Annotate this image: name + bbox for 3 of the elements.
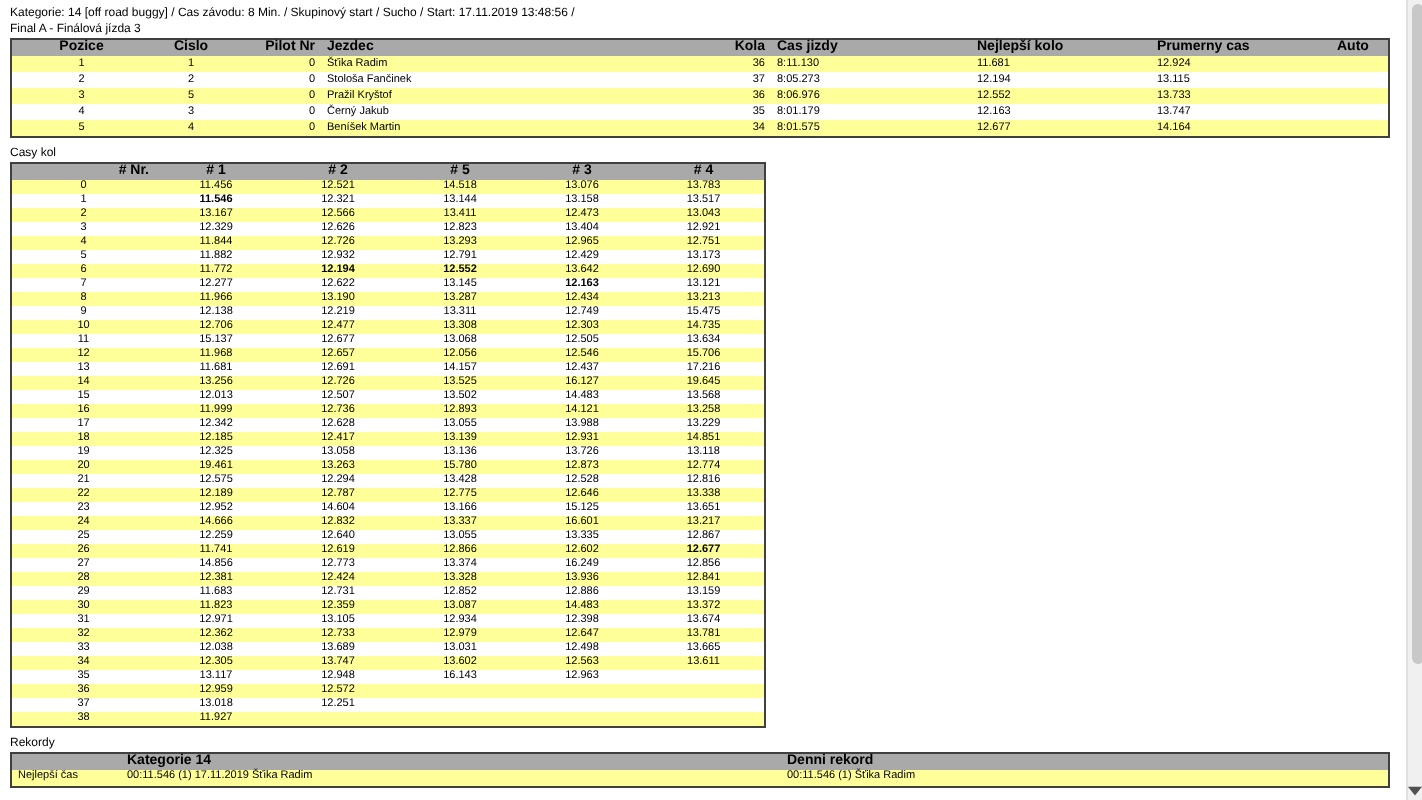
scroll-down-icon[interactable]	[1408, 786, 1422, 796]
scrollbar[interactable]	[1406, 0, 1422, 800]
scroll-thumb[interactable]	[1412, 4, 1422, 664]
